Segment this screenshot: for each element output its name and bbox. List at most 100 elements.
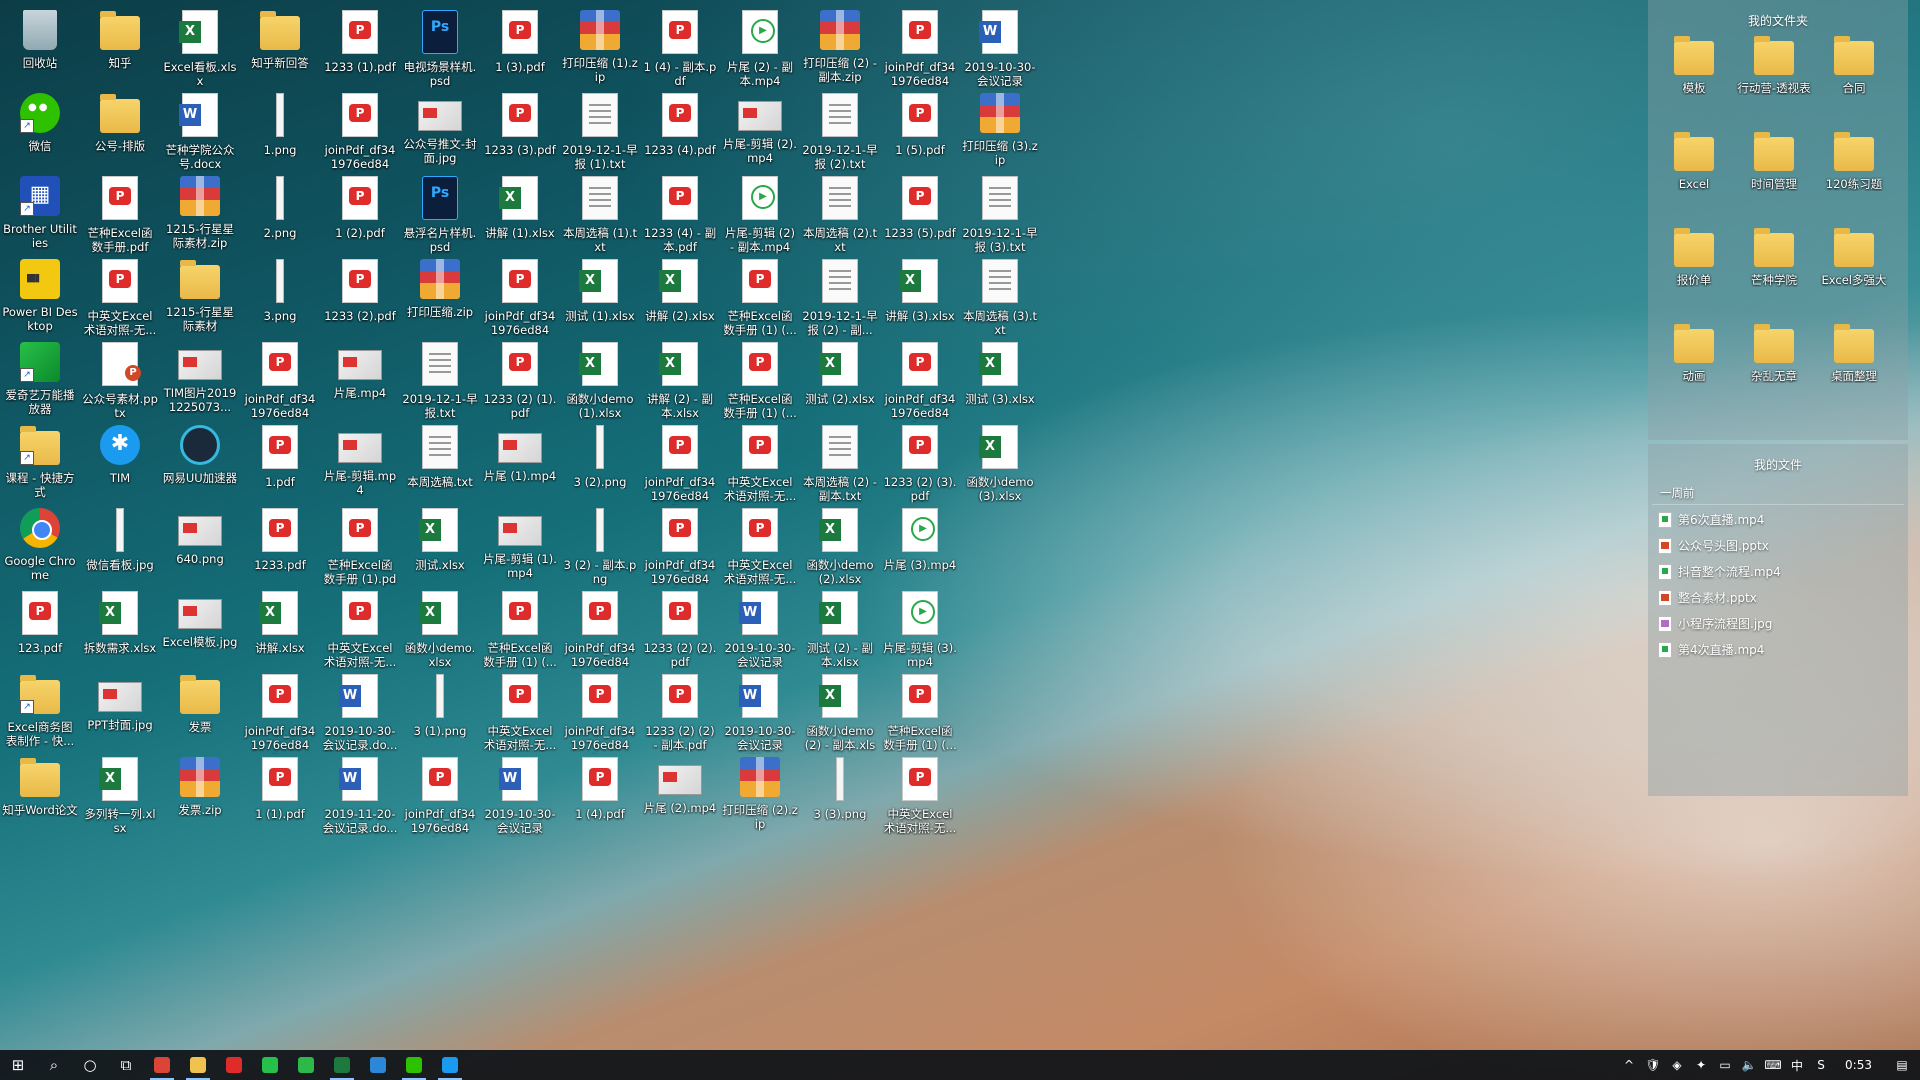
pdf-file-icon xyxy=(262,425,298,469)
desktop-icon-label: 函数小demo (1).xlsx xyxy=(566,392,634,420)
desktop-icon[interactable]: 1 (4).pdf xyxy=(560,749,640,847)
folder-icon xyxy=(100,11,140,50)
recent-file-item[interactable]: 小程序流程图.jpg xyxy=(1648,611,1908,637)
recent-file-item[interactable]: 抖音整个流程.mp4 xyxy=(1648,559,1908,585)
text-file-icon xyxy=(982,259,1018,303)
panel-folder[interactable]: 120练习题 xyxy=(1814,132,1894,191)
recent-file-item[interactable]: 整合素材.pptx xyxy=(1648,585,1908,611)
desktop-icon-label: 1233 (4).pdf xyxy=(644,143,716,157)
desktop-icon-label: 讲解 (3).xlsx xyxy=(885,309,955,323)
pptx-file-icon xyxy=(1658,538,1672,554)
file-explorer-taskbar-icon xyxy=(190,1057,206,1073)
pdf-reader-taskbar-button[interactable] xyxy=(216,1050,252,1080)
recent-file-item[interactable]: 公众号头图.pptx xyxy=(1648,533,1908,559)
tray-volume-icon[interactable]: 🔈 xyxy=(1737,1050,1761,1080)
search-button[interactable]: ⌕ xyxy=(36,1050,72,1080)
blue-app-taskbar-button[interactable] xyxy=(432,1050,468,1080)
panel-folder[interactable]: 合同 xyxy=(1814,36,1894,95)
desktop-icon-label: Excel看板.xlsx xyxy=(163,60,237,88)
desktop-icon[interactable]: 1 (1).pdf xyxy=(240,749,320,847)
tray-keyboard-icon[interactable]: ⌨ xyxy=(1761,1050,1785,1080)
wechat-taskbar-button[interactable] xyxy=(396,1050,432,1080)
desktop-icon-label: 1233.pdf xyxy=(254,558,306,572)
photo-app-taskbar-icon xyxy=(370,1057,386,1073)
pdf-file-icon xyxy=(902,176,938,220)
desktop-icon-label: 拆数需求.xlsx xyxy=(83,641,157,655)
folder-icon xyxy=(180,675,220,714)
desktop-icon[interactable]: 2019-11-20-会议记录.do... xyxy=(320,749,400,847)
notifications-icon[interactable]: ▤ xyxy=(1884,1050,1920,1080)
video-file-icon xyxy=(742,176,778,220)
panel-folder[interactable]: 模板 xyxy=(1654,36,1734,95)
iqiyi-taskbar-icon xyxy=(262,1057,278,1073)
desktop-icon-label: 公众号素材.pptx xyxy=(82,392,158,420)
desktop-icon-label: Brother Utilities xyxy=(3,222,77,250)
desktop-icon[interactable]: 函数小demo (3).xlsx xyxy=(960,417,1040,515)
taskbar-apps xyxy=(144,1050,468,1080)
desktop-icon-label: 讲解 (1).xlsx xyxy=(485,226,555,240)
desktop-icon[interactable]: 2019-10-30-会议记录 (1)... xyxy=(480,749,560,847)
clock[interactable]: 0:53 xyxy=(1833,1058,1884,1072)
excel-file-icon xyxy=(579,342,618,386)
tray-network-icon[interactable]: ▭ xyxy=(1713,1050,1737,1080)
pdf-file-icon xyxy=(342,93,378,137)
pdf-file-icon xyxy=(662,425,698,469)
iqiyi-taskbar-button[interactable] xyxy=(252,1050,288,1080)
panel-folder[interactable]: 动画 xyxy=(1654,324,1734,383)
tray-security-icon[interactable]: 🛡 xyxy=(1641,1050,1665,1080)
text-file-icon xyxy=(822,176,858,220)
panel-folder-label: 桌面整理 xyxy=(1831,369,1877,383)
panel-folder[interactable]: Excel多强大 xyxy=(1814,228,1894,287)
desktop-icon-label: 片尾-剪辑 (3).mp4 xyxy=(883,641,957,669)
tray-app-icon[interactable]: ✦ xyxy=(1689,1050,1713,1080)
desktop-icon[interactable]: joinPdf_df341976ed843... xyxy=(400,749,480,847)
file-explorer-taskbar-button[interactable] xyxy=(180,1050,216,1080)
desktop-icon[interactable]: 片尾 (2).mp4 xyxy=(640,749,720,847)
tray-chevron-icon[interactable]: ^ xyxy=(1617,1050,1641,1080)
excel-taskbar-button[interactable] xyxy=(324,1050,360,1080)
pdf-file-icon xyxy=(662,10,698,54)
taskbar: ⊞ ⌕ ○ ⧉ ^ 🛡 ◈ ✦ ▭ 🔈 ⌨ 中 S 0:53 ▤ xyxy=(0,1050,1920,1080)
pdf-file-icon xyxy=(902,425,938,469)
panel-folder[interactable]: 报价单 xyxy=(1654,228,1734,287)
start-button[interactable]: ⊞ xyxy=(0,1050,36,1080)
ime-indicator[interactable]: 中 xyxy=(1785,1050,1809,1080)
photo-app-taskbar-button[interactable] xyxy=(360,1050,396,1080)
pdf-file-icon xyxy=(902,342,938,386)
green-app-taskbar-button[interactable] xyxy=(288,1050,324,1080)
desktop-icon[interactable]: 3 (3).png xyxy=(800,749,880,847)
tray-sogou-icon[interactable]: S xyxy=(1809,1050,1833,1080)
cortana-button[interactable]: ○ xyxy=(72,1050,108,1080)
pdf-file-icon xyxy=(502,674,538,718)
panel-folder[interactable]: 桌面整理 xyxy=(1814,324,1894,383)
panel-folder[interactable]: 芒种学院 xyxy=(1734,228,1814,287)
desktop-icon-label: 1 (5).pdf xyxy=(895,143,945,157)
image-file-icon xyxy=(98,682,142,712)
pptx-file-icon xyxy=(1658,590,1672,606)
desktop-icon[interactable]: 知乎Word论文 xyxy=(0,749,80,847)
desktop-icon[interactable]: 多列转一列.xlsx xyxy=(80,749,160,847)
desktop-icon-label: 芒种Excel函数手册 (1) (... xyxy=(723,392,797,420)
panel-folder-label: 120练习题 xyxy=(1825,177,1883,191)
tray-shield-icon[interactable]: ◈ xyxy=(1665,1050,1689,1080)
task-view-button[interactable]: ⧉ xyxy=(108,1050,144,1080)
panel-folder[interactable]: Excel xyxy=(1654,132,1734,191)
panel-folder[interactable]: 行动营-透视表 xyxy=(1734,36,1814,95)
chrome-taskbar-button[interactable] xyxy=(144,1050,180,1080)
desktop-icon-label: joinPdf_df341976ed843... xyxy=(404,807,476,837)
desktop-icon-label: 1233 (2) (2) - 副本.pdf xyxy=(645,724,715,752)
panel-folder[interactable]: 杂乱无章 xyxy=(1734,324,1814,383)
text-file-icon xyxy=(582,93,618,137)
desktop-icon[interactable]: 打印压缩 (2).zip xyxy=(720,749,800,847)
panel-folder[interactable]: 时间管理 xyxy=(1734,132,1814,191)
desktop-icon-label: 打印压缩 (2) - 副本.zip xyxy=(803,56,877,84)
pdf-file-icon xyxy=(422,757,458,801)
pdf-file-icon xyxy=(662,674,698,718)
desktop-icon[interactable]: 发票.zip xyxy=(160,749,240,847)
video-file-icon xyxy=(338,433,382,463)
desktop-icon-label: 中英文Excel术语对照-无... xyxy=(83,309,157,337)
desktop-icon[interactable]: 中英文Excel术语对照-无... xyxy=(880,749,960,847)
recent-file-item[interactable]: 第6次直播.mp4 xyxy=(1648,507,1908,533)
recent-file-item[interactable]: 第4次直播.mp4 xyxy=(1648,637,1908,663)
desktop-icon-label: 片尾 (1).mp4 xyxy=(483,469,557,483)
